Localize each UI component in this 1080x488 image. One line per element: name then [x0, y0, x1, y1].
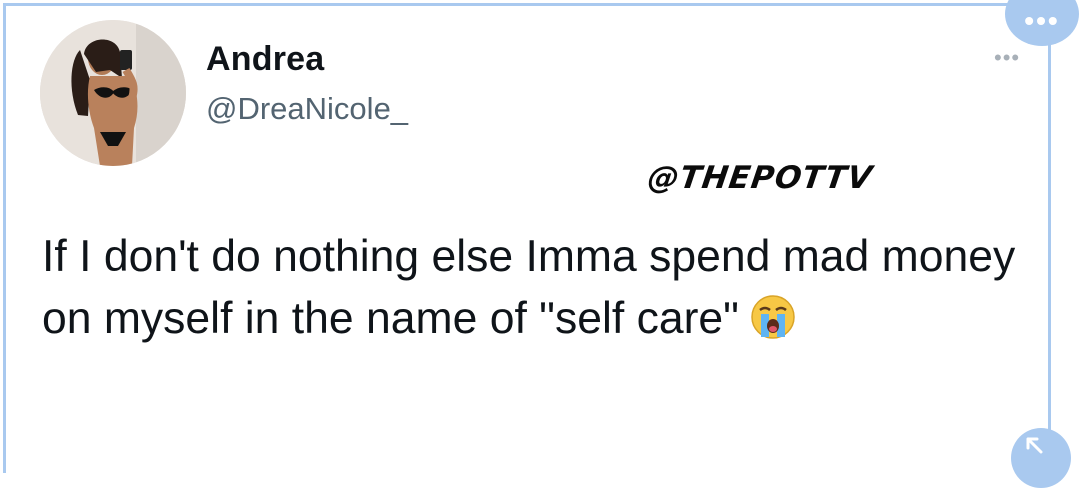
avatar[interactable] — [40, 20, 186, 166]
tweet-body: If I don't do nothing else Imma spend ma… — [42, 232, 1016, 343]
tweet-text: If I don't do nothing else Imma spend ma… — [42, 226, 1032, 350]
loudly-crying-face-icon — [749, 293, 797, 341]
more-options-icon[interactable]: ••• — [994, 47, 1020, 69]
watermark: @THEPOTTV — [645, 160, 875, 196]
display-name[interactable]: Andrea — [206, 40, 324, 79]
resize-corner-icon[interactable] — [1011, 428, 1071, 488]
user-handle[interactable]: @DreaNicole_ — [206, 91, 408, 127]
